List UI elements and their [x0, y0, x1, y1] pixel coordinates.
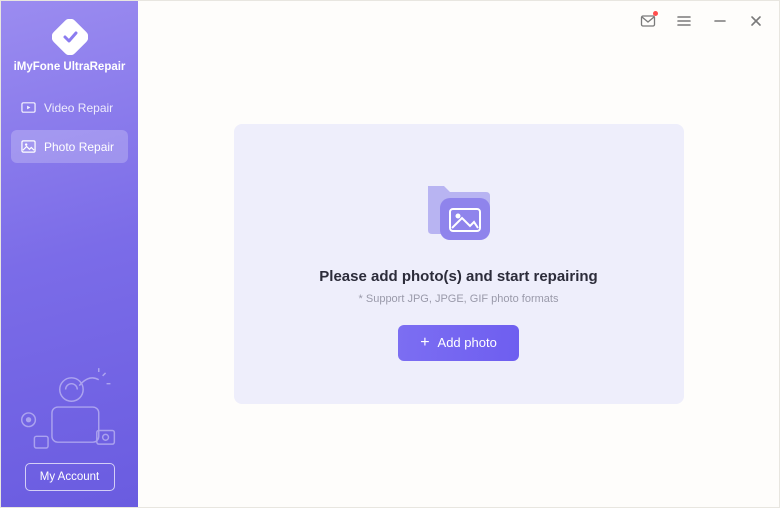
menu-button[interactable] — [675, 12, 693, 30]
my-account-button[interactable]: My Account — [25, 463, 115, 491]
app-logo-icon — [52, 19, 88, 55]
app-name: iMyFone UltraRepair — [14, 61, 126, 73]
sidebar-item-label: Photo Repair — [44, 140, 114, 154]
titlebar — [138, 1, 779, 41]
app-window: iMyFone UltraRepair Video Repair Photo R… — [0, 0, 780, 508]
close-button[interactable] — [747, 12, 765, 30]
sidebar-item-video-repair[interactable]: Video Repair — [11, 91, 128, 124]
spacer — [11, 163, 128, 365]
content-area: Please add photo(s) and start repairing … — [138, 41, 779, 507]
hamburger-icon — [676, 13, 692, 29]
add-photo-button[interactable]: + Add photo — [398, 325, 519, 361]
photo-icon — [21, 139, 36, 154]
logo-block: iMyFone UltraRepair — [11, 19, 128, 73]
video-icon — [21, 100, 36, 115]
drop-panel[interactable]: Please add photo(s) and start repairing … — [234, 124, 684, 404]
sidebar-item-label: Video Repair — [44, 101, 113, 115]
photo-folder-illustration — [414, 168, 504, 248]
close-icon — [749, 14, 763, 28]
sidebar-item-photo-repair[interactable]: Photo Repair — [11, 130, 128, 163]
drop-subtext: * Support JPG, JPGE, GIF photo formats — [359, 293, 559, 305]
notification-dot — [653, 11, 658, 16]
inbox-button[interactable] — [639, 12, 657, 30]
sidebar: iMyFone UltraRepair Video Repair Photo R… — [1, 1, 138, 507]
drop-heading: Please add photo(s) and start repairing — [319, 268, 597, 285]
sidebar-nav: Video Repair Photo Repair — [11, 91, 128, 163]
sidebar-illustration — [11, 365, 128, 455]
main-area: Please add photo(s) and start repairing … — [138, 1, 779, 507]
plus-icon: + — [420, 335, 429, 351]
add-button-label: Add photo — [438, 335, 497, 350]
minimize-button[interactable] — [711, 12, 729, 30]
minimize-icon — [713, 14, 727, 28]
